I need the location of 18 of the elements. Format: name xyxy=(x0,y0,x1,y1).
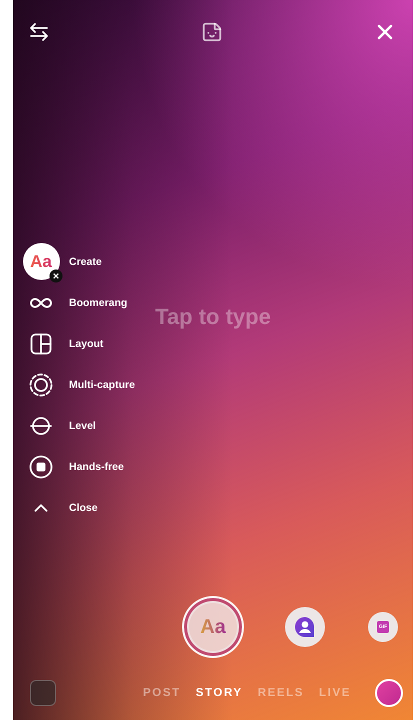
tool-menu-item[interactable]: Hands-free xyxy=(13,446,124,487)
tool-menu-item[interactable]: Boomerang xyxy=(13,282,128,323)
level-icon xyxy=(30,416,52,436)
profile-avatar-button[interactable] xyxy=(375,678,403,706)
sticker-icon[interactable] xyxy=(201,21,223,43)
dashed-circle-icon xyxy=(29,372,53,396)
tool-menu-item[interactable]: Level xyxy=(13,405,96,446)
layout-icon xyxy=(30,332,52,354)
person-bubble-icon xyxy=(294,616,316,638)
tool-menu-item[interactable]: Close xyxy=(13,487,98,528)
tool-menu-item[interactable]: Aa Create xyxy=(13,241,102,282)
tool-menu-item[interactable]: Multi-capture xyxy=(13,364,135,405)
avatar-sticker-button[interactable] xyxy=(285,607,325,647)
stop-circle-icon xyxy=(29,454,53,478)
gallery-button[interactable] xyxy=(30,680,56,706)
swap-arrows-icon[interactable] xyxy=(27,20,51,44)
close-badge-icon[interactable] xyxy=(48,269,62,283)
tool-menu-item[interactable]: Layout xyxy=(13,323,104,364)
